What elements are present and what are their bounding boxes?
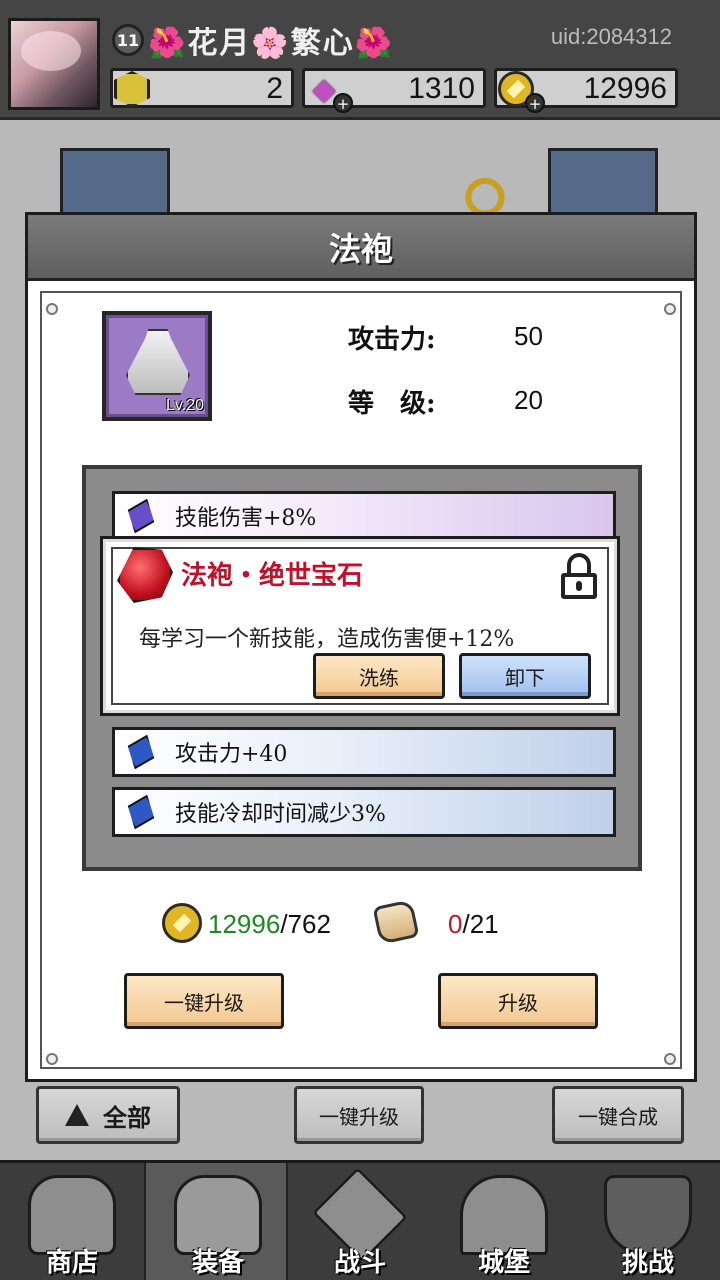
coin-have: 12996 xyxy=(208,909,281,939)
one-click-upgrade-button[interactable]: 一键升级 xyxy=(124,973,284,1029)
filter-all-button[interactable]: 全部 xyxy=(36,1086,180,1144)
coin-cost: 12996/762 xyxy=(208,909,331,940)
coin-icon xyxy=(162,903,202,943)
gem-slot-text: 攻击力+40 xyxy=(175,742,288,767)
modal-title: 法袍 xyxy=(328,229,393,268)
coin-need: /762 xyxy=(280,909,331,939)
gem-description: 每学习一个新技能，造成伤害便+12% xyxy=(139,627,515,652)
triangle-icon xyxy=(65,1104,89,1126)
screw-decoration xyxy=(664,303,676,315)
blue-gem-icon xyxy=(123,795,159,830)
coin-count: 12996 xyxy=(583,72,667,105)
screw-decoration xyxy=(46,303,58,315)
robe-icon xyxy=(126,329,190,395)
blue-gem-icon xyxy=(123,735,159,770)
unequip-button[interactable]: 卸下 xyxy=(459,653,591,699)
level-value: 20 xyxy=(514,385,543,415)
nav-label: 商店 xyxy=(45,1248,98,1278)
scroll-cost: 0/21 xyxy=(448,909,499,940)
nav-battle[interactable]: 战斗 xyxy=(288,1163,432,1280)
coin-resource[interactable]: + 12996 xyxy=(494,68,678,113)
screw-decoration xyxy=(46,1053,58,1065)
gem-icon xyxy=(109,66,155,112)
player-avatar[interactable] xyxy=(8,18,100,110)
gem-slot-row[interactable]: 技能冷却时间减少3% xyxy=(112,787,616,837)
nav-challenge[interactable]: 挑战 xyxy=(576,1163,720,1280)
gem-slot-row[interactable]: 技能伤害+8% xyxy=(112,491,616,541)
top-bar: 11 🌺花月🌸繁心🌺 uid:2084312 2 ◆ + 1310 + 1299… xyxy=(0,0,720,120)
gem-slot-text: 技能伤害+8% xyxy=(175,506,317,531)
gem-detail-popup: 法袍・绝世宝石 每学习一个新技能，造成伤害便+12% 洗练 卸下 xyxy=(100,536,620,716)
nav-shop[interactable]: 商店 xyxy=(0,1163,144,1280)
diamond-count: 1310 xyxy=(408,72,475,105)
scroll-have: 0 xyxy=(448,909,463,939)
screw-decoration xyxy=(664,1053,676,1065)
nav-equipment[interactable]: 装备 xyxy=(144,1163,288,1280)
nav-label: 挑战 xyxy=(621,1248,674,1278)
add-diamond-icon[interactable]: + xyxy=(333,93,353,113)
attack-value: 50 xyxy=(514,321,543,351)
nav-label: 战斗 xyxy=(333,1248,386,1278)
one-click-merge-button[interactable]: 一键合成 xyxy=(552,1086,684,1144)
gem-slot-text: 技能冷却时间减少3% xyxy=(175,802,386,827)
gem-title: 法袍・绝世宝石 xyxy=(181,561,364,591)
player-level-badge: 11 xyxy=(112,24,144,56)
item-level-label: Lv.20 xyxy=(166,397,204,414)
nav-label: 城堡 xyxy=(477,1248,530,1278)
gem-resource: 2 xyxy=(110,68,294,108)
filter-all-label: 全部 xyxy=(103,1102,151,1132)
item-icon: Lv.20 xyxy=(102,311,212,421)
upgrade-button[interactable]: 升级 xyxy=(438,973,598,1029)
bottom-nav: 商店 装备 战斗 城堡 挑战 xyxy=(0,1160,720,1280)
purple-gem-icon xyxy=(123,499,159,534)
bag-one-click-upgrade-button[interactable]: 一键升级 xyxy=(294,1086,424,1144)
player-name: 🌺花月🌸繁心🌺 xyxy=(148,26,395,61)
nav-label: 装备 xyxy=(191,1248,244,1278)
refine-button[interactable]: 洗练 xyxy=(313,653,445,699)
attack-label: 攻击力: xyxy=(348,325,436,355)
gem-count: 2 xyxy=(266,72,283,105)
player-uid: uid:2084312 xyxy=(550,24,672,49)
level-label: 等 级: xyxy=(348,389,436,419)
modal-header: 法袍 xyxy=(28,215,694,281)
nav-castle[interactable]: 城堡 xyxy=(432,1163,576,1280)
gem-slot-row[interactable]: 攻击力+40 xyxy=(112,727,616,777)
diamond-resource[interactable]: ◆ + 1310 xyxy=(302,68,486,113)
lock-icon[interactable] xyxy=(561,553,597,599)
add-coin-icon[interactable]: + xyxy=(525,93,545,113)
scroll-need: /21 xyxy=(462,909,499,939)
